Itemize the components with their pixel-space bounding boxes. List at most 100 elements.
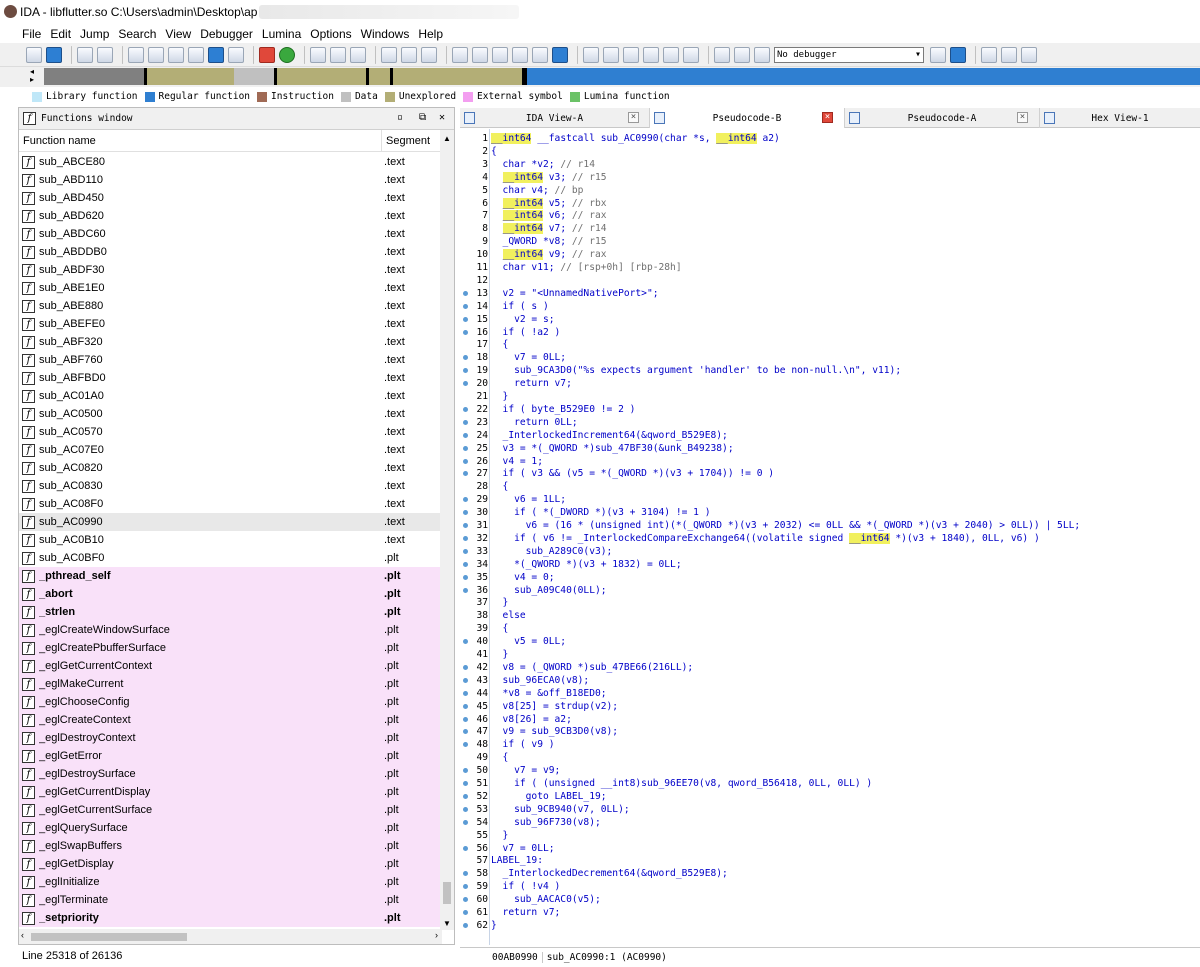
lumina-push-icon[interactable] [1021, 46, 1037, 63]
function-row[interactable]: f _eglGetCurrentDisplay .plt [19, 783, 442, 801]
function-row[interactable]: f _eglDestroyContext .plt [19, 729, 442, 747]
breakpoint-dot-icon[interactable] [463, 781, 468, 786]
column-segment[interactable]: Segment [382, 135, 430, 147]
code-line[interactable]: 35 v4 = 0; [460, 571, 1200, 584]
code-line[interactable]: 36 sub_A09C40(0LL); [460, 584, 1200, 597]
trace-icon[interactable] [663, 46, 679, 63]
breakpoint-dot-icon[interactable] [463, 290, 468, 296]
code-line[interactable]: 3 char *v2; // r14 [460, 158, 1200, 171]
breakpoint-add-icon[interactable] [623, 46, 639, 63]
breakpoint-dot-icon[interactable] [463, 806, 468, 812]
code-line[interactable]: 4 __int64 v3; // r15 [460, 171, 1200, 184]
code-line[interactable]: 22 if ( byte_B529E0 != 2 ) [460, 403, 1200, 416]
code-line[interactable]: 49 { [460, 751, 1200, 764]
tab-ida-view-a[interactable]: IDA View-A × [460, 108, 650, 128]
breakpoint-dot-icon[interactable] [463, 897, 468, 903]
code-line[interactable]: 33 sub_A289C0(v3); [460, 545, 1200, 558]
menu-windows[interactable]: Windows [361, 27, 410, 41]
tab-close-icon[interactable]: × [1017, 112, 1028, 123]
code-line[interactable]: 1 __int64 __fastcall sub_AC0990(char *s, … [460, 132, 1200, 145]
code-line[interactable]: 20 return v7; [460, 377, 1200, 390]
function-row[interactable]: f sub_ABEFE0 .text [19, 315, 442, 333]
tab-close-icon[interactable]: × [822, 112, 833, 123]
function-row[interactable]: f _eglDestroySurface .plt [19, 765, 442, 783]
code-line[interactable]: 54 sub_96F730(v8); [460, 816, 1200, 829]
search-binary-icon[interactable] [128, 46, 144, 63]
code-line[interactable]: 55 } [460, 829, 1200, 842]
search-text-icon[interactable] [148, 46, 164, 63]
code-line[interactable]: 2{ [460, 145, 1200, 158]
function-row[interactable]: f _eglGetCurrentSurface .plt [19, 801, 442, 819]
scroll-thumb[interactable] [443, 882, 451, 904]
debug-attach-icon[interactable] [583, 46, 599, 63]
names-icon[interactable] [472, 46, 488, 63]
code-line[interactable]: 51 if ( (unsigned __int8)sub_96EE70(v8, … [460, 777, 1200, 790]
tab-close-icon[interactable]: × [628, 112, 639, 123]
menu-help[interactable]: Help [418, 27, 443, 41]
code-line[interactable]: 31 v6 = (16 * (unsigned int)(*(_QWORD *)… [460, 519, 1200, 532]
code-line[interactable]: 48 if ( v9 ) [460, 738, 1200, 751]
functions-vertical-scrollbar[interactable]: ▲ ▼ [440, 130, 454, 930]
ida-view-icon[interactable] [310, 46, 326, 63]
function-row[interactable]: f sub_ABDF30 .text [19, 261, 442, 279]
function-row[interactable]: f sub_ABD110 .text [19, 171, 442, 189]
debugger-options-icon[interactable] [930, 46, 946, 63]
function-row[interactable]: f _strlen .plt [19, 603, 442, 621]
breakpoint-dot-icon[interactable] [463, 458, 468, 464]
tab-hex-view-1[interactable]: Hex View-1 [1040, 108, 1200, 128]
breakpoint-dot-icon[interactable] [463, 471, 468, 477]
breakpoint-dot-icon[interactable] [463, 729, 468, 735]
function-row[interactable]: f _eglCreateContext .plt [19, 711, 442, 729]
function-row[interactable]: f _abort .plt [19, 585, 442, 603]
lumina-pull-icon[interactable] [1001, 46, 1017, 63]
code-line[interactable]: 61 return v7; [460, 906, 1200, 919]
menu-view[interactable]: View [165, 27, 191, 41]
code-line[interactable]: 27 if ( v3 && (v5 = *(_QWORD *)(v3 + 170… [460, 467, 1200, 480]
scroll-right-icon[interactable]: › [435, 930, 438, 940]
breakpoint-dot-icon[interactable] [463, 845, 468, 851]
menu-file[interactable]: File [22, 27, 41, 41]
breakpoint-dot-icon[interactable] [463, 793, 468, 799]
code-line[interactable]: 42 v8 = (_QWORD *)sub_47BE66(216LL); [460, 661, 1200, 674]
function-row[interactable]: f sub_AC08F0 .text [19, 495, 442, 513]
code-line[interactable]: 56 v7 = 0LL; [460, 842, 1200, 855]
code-line[interactable]: 57 LABEL_19: [460, 854, 1200, 867]
code-line[interactable]: 18 v7 = 0LL; [460, 351, 1200, 364]
code-line[interactable]: 53 sub_9CB940(v7, 0LL); [460, 803, 1200, 816]
breakpoint-dot-icon[interactable] [463, 910, 468, 915]
breakpoint-list-icon[interactable] [643, 46, 659, 63]
graph-overview-icon[interactable] [259, 46, 275, 63]
breakpoint-dot-icon[interactable] [463, 574, 468, 580]
breakpoint-dot-icon[interactable] [463, 690, 468, 696]
save-icon[interactable] [46, 46, 62, 63]
function-row[interactable]: f _eglInitialize .plt [19, 873, 442, 891]
breakpoint-dot-icon[interactable] [463, 561, 468, 567]
breakpoint-dot-icon[interactable] [463, 316, 468, 322]
function-row[interactable]: f sub_AC0990 .text [19, 513, 442, 531]
switch-debugger-icon[interactable] [950, 46, 966, 63]
breakpoint-dot-icon[interactable] [463, 355, 468, 361]
code-line[interactable]: 46 v8[26] = a2; [460, 713, 1200, 726]
breakpoint-dot-icon[interactable] [463, 368, 468, 374]
hex-view-icon[interactable] [330, 46, 346, 63]
back-arrow-icon[interactable] [77, 46, 93, 63]
tab-pseudocode-b[interactable]: Pseudocode-B × [650, 108, 845, 128]
code-line[interactable]: 30 if ( *(_DWORD *)(v3 + 3104) != 1 ) [460, 506, 1200, 519]
menu-jump[interactable]: Jump [80, 27, 109, 41]
mark-position-icon[interactable] [228, 46, 244, 63]
forward-arrow-icon[interactable] [97, 46, 113, 63]
code-line[interactable]: 59 if ( !v4 ) [460, 880, 1200, 893]
function-row[interactable]: f _eglTerminate .plt [19, 891, 442, 909]
menu-lumina[interactable]: Lumina [262, 27, 301, 41]
code-line[interactable]: 29 v6 = 1LL; [460, 493, 1200, 506]
breakpoint-dot-icon[interactable] [463, 548, 468, 554]
code-line[interactable]: 34 *(_QWORD *)(v3 + 1832) = 0LL; [460, 558, 1200, 571]
delete-icon[interactable] [683, 46, 699, 63]
code-line[interactable]: 39 { [460, 622, 1200, 635]
column-function-name[interactable]: Function name [19, 130, 382, 151]
breakpoint-dot-icon[interactable] [463, 587, 468, 593]
function-row[interactable]: f sub_AC0B10 .text [19, 531, 442, 549]
code-line[interactable]: 26 v4 = 1; [460, 455, 1200, 468]
code-icon[interactable] [381, 46, 397, 63]
function-row[interactable]: f sub_ABE880 .text [19, 297, 442, 315]
